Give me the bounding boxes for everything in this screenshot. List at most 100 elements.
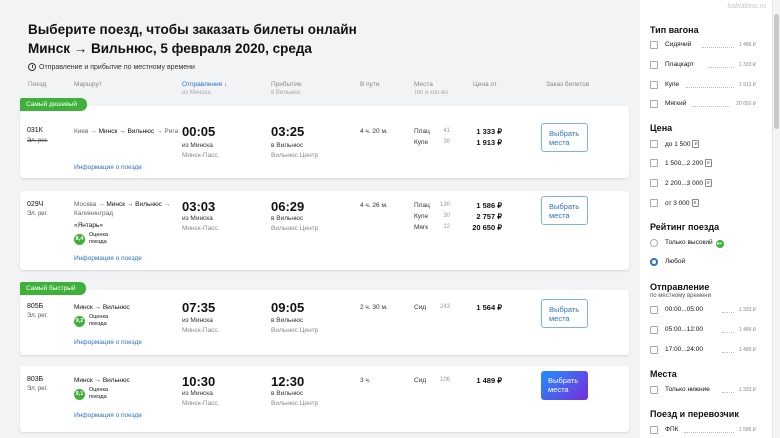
choose-seats-button[interactable]: Выбрать места [541, 299, 588, 328]
checkbox[interactable] [650, 100, 658, 108]
ruble-icon: ₽ [691, 199, 699, 207]
checkbox[interactable] [650, 386, 658, 394]
rating-score: 9,1 [74, 388, 85, 400]
filter-car-platzkart[interactable]: Плацкарт 1 333 ₽ [650, 60, 756, 72]
arrival-to: в Вильнюс [271, 317, 304, 324]
train-number: 805Б [27, 303, 44, 310]
choose-seats-button[interactable]: Выбрать места [541, 371, 588, 400]
clock-icon [28, 63, 36, 71]
seat-type: Сид [414, 377, 427, 384]
arrival-time: 03:25 [271, 124, 305, 139]
cheapest-badge: Самый дешевый [20, 98, 87, 111]
train-name: «Янтарь» [74, 222, 104, 229]
departure-time: 10:30 [182, 374, 216, 389]
train-number: 031К [27, 127, 43, 134]
col-departure-sort[interactable]: Отправление ↓ из Минска [182, 81, 227, 97]
train-info-link[interactable]: Информация о поезде [74, 164, 142, 171]
train-number: 803Б [27, 376, 44, 383]
col-duration[interactable]: В пути [360, 81, 380, 89]
filter-price-4[interactable]: от 3 000 ₽ [650, 198, 756, 210]
departure-time: 00:05 [182, 124, 216, 139]
filter-car-type-title: Тип вагона [650, 25, 699, 35]
filter-carrier-fpk[interactable]: ФПК 1 586 ₽ [650, 425, 756, 437]
filter-departure-evening[interactable]: 17:00...24:00 1 489 ₽ [650, 345, 756, 357]
choose-seats-button[interactable]: Выбрать места [541, 123, 588, 152]
filter-rating-high[interactable]: Только высокий 9+ [650, 238, 756, 250]
filter-car-seated[interactable]: Сидячий 1 489 ₽ [650, 40, 756, 52]
arrival-station: Вильнюс Центр [271, 400, 319, 407]
rating-score: 8,4 [74, 233, 85, 245]
filter-departure-morning[interactable]: 05:00...12:00 1 489 ₽ [650, 325, 756, 337]
page-title: Выберите поезд, чтобы заказать билеты он… [28, 22, 357, 56]
travel-duration: 4 ч. 26 м. [360, 202, 388, 209]
col-arrival[interactable]: Прибытие в Вильнюс [271, 81, 302, 97]
checkbox[interactable] [650, 61, 658, 69]
seat-count: 130 [440, 202, 451, 208]
arrival-time: 06:29 [271, 199, 305, 214]
checkbox[interactable] [650, 179, 658, 187]
results-pane: Выберите поезд, чтобы заказать билеты он… [0, 0, 640, 438]
train-info-link[interactable]: Информация о поезде [74, 255, 142, 262]
seat-price: 1 586 ₽ [476, 201, 502, 210]
train-card: Самый дешевый 031К Эл. рег. Киев → Минск… [20, 98, 629, 178]
filter-rating-title: Рейтинг поезда [650, 222, 720, 232]
seat-type: Плац [414, 202, 430, 209]
seat-count: 243 [440, 304, 451, 310]
train-card: Самый быстрый 805Б Эл. рег. Минск → Виль… [20, 282, 629, 355]
train-rating: 8,4 Оценка поезда [74, 232, 121, 246]
seat-price: 1 913 ₽ [476, 138, 502, 147]
checkbox[interactable] [650, 306, 658, 314]
arrival-to: в Вильнюс [271, 215, 304, 222]
train-class: Эл. рег. [27, 386, 48, 392]
departure-from: из Минска [182, 215, 213, 222]
checkbox[interactable] [650, 159, 658, 167]
train-info-link[interactable]: Информация о поезде [74, 339, 142, 346]
rating-label: Оценка поезда [89, 387, 109, 400]
train-route: Москва → Минск → Вильнюс → Калининград [74, 201, 171, 217]
radio[interactable] [650, 239, 658, 247]
col-price[interactable]: Цена от [473, 81, 497, 89]
filter-price-2[interactable]: 1 500...2 200 ₽ [650, 158, 756, 170]
train-card: 029Ч Эл. рег. Москва → Минск → Вильнюс →… [20, 191, 629, 270]
checkbox[interactable] [650, 426, 658, 434]
filter-rating-any[interactable]: Любой [650, 257, 756, 269]
filter-departure-night[interactable]: 00:00...05:00 1 333 ₽ [650, 305, 756, 317]
train-route: Минск → Вильнюс [74, 304, 130, 311]
col-route: Маршрут [74, 81, 102, 88]
train-class: Эл. рег. [27, 211, 48, 217]
arrival-to: в Вильнюс [271, 142, 304, 149]
checkbox[interactable] [650, 346, 658, 354]
filter-price-3[interactable]: 2 200...3 000 ₽ [650, 178, 756, 190]
train-info-link[interactable]: Информация о поезде [74, 412, 142, 419]
filter-places-title: Места [650, 369, 677, 379]
departure-station: Минск-Пасс. [182, 225, 220, 232]
seat-type: Купе [414, 213, 429, 220]
col-order: Заказ билетов [546, 81, 590, 88]
filter-car-kupe[interactable]: Купе 1 913 ₽ [650, 80, 756, 92]
checkbox[interactable] [650, 140, 658, 148]
radio-selected[interactable] [650, 258, 658, 266]
train-number: 029Ч [27, 201, 44, 208]
filter-price-1[interactable]: до 1 500 ₽ [650, 139, 756, 151]
page-scrollbar[interactable] [772, 0, 780, 438]
seat-price: 20 650 ₽ [472, 223, 502, 232]
checkbox[interactable] [650, 326, 658, 334]
checkbox[interactable] [650, 81, 658, 89]
seat-count: 30 [443, 139, 450, 145]
arrival-station: Вильнюс Центр [271, 327, 319, 334]
train-card: 803Б Эл. рег. Минск → Вильнюс 9,1 Оценка… [20, 366, 629, 432]
departure-from: из Минска [182, 390, 213, 397]
ruble-icon: ₽ [704, 179, 712, 187]
checkbox[interactable] [650, 41, 658, 49]
departure-from: из Минска [182, 142, 213, 149]
departure-time: 07:35 [182, 300, 216, 315]
seat-price: 1 333 ₽ [476, 127, 502, 136]
choose-seats-button[interactable]: Выбрать места [541, 196, 588, 225]
filter-car-soft[interactable]: Мягкий 20 650 ₽ [650, 99, 756, 111]
scrollbar-thumb[interactable] [774, 14, 779, 129]
filter-places-lower[interactable]: Только нижние 1 333 ₽ [650, 385, 756, 397]
seat-type: Мягк [414, 224, 429, 231]
seat-price: 2 757 ₽ [476, 212, 502, 221]
seat-type: Плац [414, 128, 430, 135]
checkbox[interactable] [650, 199, 658, 207]
